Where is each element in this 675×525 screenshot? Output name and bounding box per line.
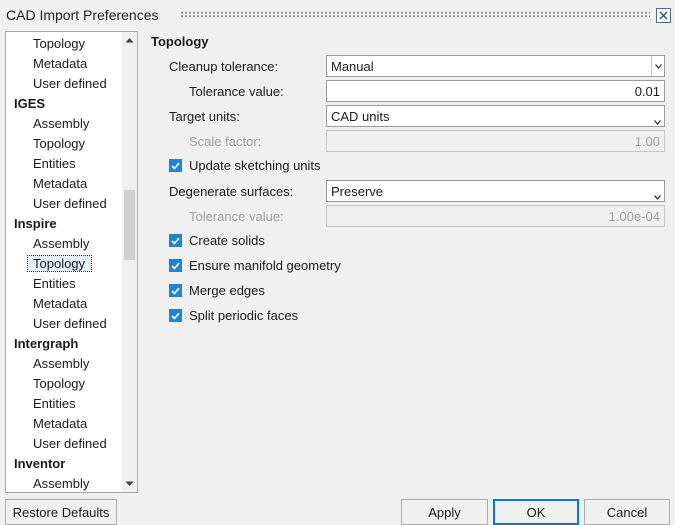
tree-item[interactable]: Entities [6,274,123,294]
tree-item-label: Assembly [33,356,90,371]
tree-item-label: Metadata [33,56,88,71]
drag-grip[interactable] [180,11,650,18]
tree-item-label: Entities [33,156,76,171]
tolerance-value-field[interactable]: 0.01 [326,80,665,102]
tree-item-label: Topology [27,255,93,272]
tree-item-label: User defined [33,196,107,211]
cleanup-tolerance-value: Manual [331,59,374,74]
tree-item-label: Metadata [33,176,88,191]
cancel-button[interactable]: Cancel [584,499,670,525]
tree-item[interactable]: Topology [6,134,123,154]
scroll-up-button[interactable] [122,32,137,48]
target-units-select[interactable]: CAD units [326,105,665,127]
tree-item[interactable]: Assembly [6,474,123,492]
tree-item[interactable]: Entities [6,154,123,174]
tree-item-label: User defined [33,76,107,91]
tree-item[interactable]: Topology [6,374,123,394]
restore-defaults-button[interactable]: Restore Defaults [5,499,117,525]
tree-item-label: Assembly [33,116,90,131]
update-sketching-units-label: Update sketching units [189,158,321,173]
ensure-manifold-checkbox[interactable]: Ensure manifold geometry [169,258,341,273]
tree-item[interactable]: Metadata [6,414,123,434]
tree-item[interactable]: Topology [6,34,123,54]
tree-item[interactable]: Metadata [6,54,123,74]
degenerate-tolerance-label: Tolerance value: [189,209,284,224]
chevron-down-icon [654,188,661,203]
cleanup-tolerance-label: Cleanup tolerance: [169,59,279,74]
tree-scrollbar[interactable] [122,32,137,492]
tree-item-label: Entities [33,396,76,411]
ensure-manifold-label: Ensure manifold geometry [189,258,341,273]
degenerate-tolerance-field: 1.00e-04 [326,205,665,227]
ok-button[interactable]: OK [493,499,579,525]
split-periodic-checkbox[interactable]: Split periodic faces [169,308,298,323]
tree-group[interactable]: Intergraph [6,334,123,354]
tree-items: Topology Metadata User defined IGES Assembly… [6,34,123,492]
close-icon [659,11,668,20]
tree-item-label: Inspire [14,216,57,231]
create-solids-checkbox[interactable]: Create solids [169,233,265,248]
apply-button[interactable]: Apply [401,499,488,525]
tree-item-label: User defined [33,436,107,451]
target-units-value: CAD units [331,109,390,124]
chevron-down-icon [651,56,664,76]
tree-item[interactable]: Metadata [6,294,123,314]
tree-item-label: Topology [33,136,86,151]
tree-item-label: Entities [33,276,76,291]
window-title: CAD Import Preferences [6,7,159,23]
tree-item-label: Assembly [33,236,90,251]
target-units-label: Target units: [169,109,240,124]
tree-item[interactable]: User defined [6,314,123,334]
tree-item[interactable]: Assembly [6,234,123,254]
update-sketching-units-checkbox[interactable]: Update sketching units [169,158,321,173]
checkbox-checked-icon [169,159,182,172]
tree-item[interactable]: User defined [6,74,123,94]
chevron-up-icon [125,38,134,43]
tolerance-value-label: Tolerance value: [189,84,284,99]
chevron-down-icon [654,113,661,128]
merge-edges-checkbox[interactable]: Merge edges [169,283,265,298]
section-title: Topology [151,34,209,49]
checkbox-checked-icon [169,259,182,272]
title-bar[interactable]: CAD Import Preferences [0,0,675,30]
scale-factor-field: 1.00 [326,130,665,152]
tree-group[interactable]: IGES [6,94,123,114]
tree-item[interactable]: Assembly [6,354,123,374]
close-button[interactable] [656,8,671,23]
scroll-thumb[interactable] [124,190,135,260]
degenerate-surfaces-select[interactable]: Preserve [326,180,665,202]
tree-item[interactable]: Entities [6,394,123,414]
degenerate-surfaces-value: Preserve [331,184,384,199]
scroll-down-button[interactable] [122,476,137,492]
checkbox-checked-icon [169,284,182,297]
tree-item[interactable]: User defined [6,434,123,454]
chevron-down-icon [125,481,134,486]
tree-item-label: IGES [14,96,46,111]
split-periodic-label: Split periodic faces [189,308,299,323]
tree-item-label: Assembly [33,476,90,491]
category-tree[interactable]: Topology Metadata User defined IGES Assembly… [5,31,138,493]
tree-item-label: User defined [33,316,107,331]
tree-item[interactable]: Metadata [6,174,123,194]
degenerate-surfaces-label: Degenerate surfaces: [169,184,294,199]
tree-group[interactable]: Inspire [6,214,123,234]
scale-factor-label: Scale factor: [189,134,262,149]
checkbox-checked-icon [169,309,182,322]
create-solids-label: Create solids [189,233,265,248]
tree-item-label: Topology [33,36,86,51]
tree-item[interactable]: User defined [6,194,123,214]
tree-item-label: Metadata [33,416,88,431]
merge-edges-label: Merge edges [189,283,265,298]
checkbox-checked-icon [169,234,182,247]
tree-item-label: Intergraph [14,336,79,351]
tree-group[interactable]: Inventor [6,454,123,474]
tree-item[interactable]: Assembly [6,114,123,134]
tree-item-label: Inventor [14,456,66,471]
tree-item-label: Topology [33,376,86,391]
tree-item[interactable]: Topology [6,254,123,274]
tree-item-label: Metadata [33,296,88,311]
cleanup-tolerance-select[interactable]: Manual [326,55,665,77]
